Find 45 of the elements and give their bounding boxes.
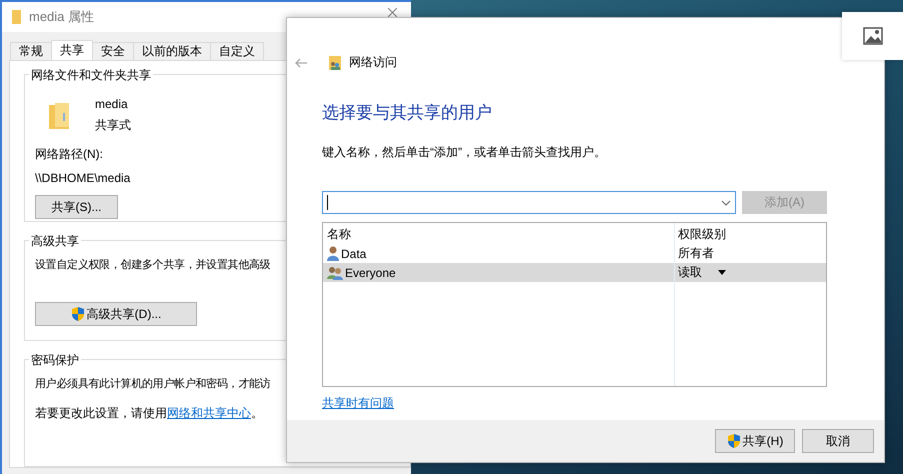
share-state: 共享式 bbox=[95, 117, 131, 134]
advanced-sharing-button[interactable]: 高级共享(D)... bbox=[35, 302, 197, 326]
permission-level: 所有者 bbox=[677, 245, 715, 262]
group-heading: 高级共享 bbox=[29, 233, 81, 250]
column-header[interactable]: 权限级别 bbox=[674, 226, 826, 243]
folder-name: media bbox=[95, 97, 128, 111]
shield-icon bbox=[726, 433, 741, 449]
description-text: 用户必须具有此计算机的用户帐户和密码，才能访 bbox=[35, 376, 270, 391]
group-heading: 密码保护 bbox=[29, 352, 81, 369]
network-path: \\DBHOME\media bbox=[35, 171, 130, 185]
user-group-icon bbox=[327, 266, 343, 280]
image-card[interactable] bbox=[842, 12, 903, 60]
share-button[interactable]: 共享(H) bbox=[715, 429, 795, 453]
image-icon bbox=[862, 27, 882, 45]
user-name: Everyone bbox=[323, 266, 674, 280]
user-name: Data bbox=[323, 246, 674, 261]
tab[interactable]: 自定义 bbox=[210, 42, 264, 60]
share-button[interactable]: 共享(S)... bbox=[35, 195, 118, 219]
help-link[interactable]: 共享时有问题 bbox=[322, 395, 394, 412]
dialog-heading: 选择要与其共享的用户 bbox=[322, 102, 493, 124]
settings-hint: 若要更改此设置，请使用网络和共享中心。 bbox=[35, 405, 263, 422]
tab[interactable]: 共享 bbox=[51, 40, 93, 60]
tab[interactable]: 安全 bbox=[92, 42, 134, 60]
description-text: 设置自定义权限，创建多个共享，并设置其他高级 bbox=[35, 258, 270, 272]
shield-icon bbox=[70, 306, 85, 322]
tab[interactable]: 常规 bbox=[10, 42, 52, 60]
window-title: media 属性 bbox=[29, 8, 96, 26]
dropdown-arrow-icon[interactable] bbox=[718, 270, 726, 275]
folder-icon bbox=[12, 10, 21, 24]
path-label: 网络路径(N): bbox=[35, 146, 103, 163]
network-center-link[interactable]: 网络和共享中心 bbox=[167, 406, 251, 420]
user-name-combobox[interactable] bbox=[322, 191, 736, 214]
user-row[interactable]: Data 所有者 bbox=[323, 244, 826, 263]
dialog-title: 网络访问 bbox=[349, 54, 397, 71]
permission-level: 读取 bbox=[674, 264, 826, 281]
folder-icon bbox=[49, 102, 69, 128]
instruction-text: 键入名称，然后单击“添加”，或者单击箭头查找用户。 bbox=[322, 144, 607, 161]
user-row[interactable]: Everyone 读取 bbox=[323, 263, 826, 282]
close-icon[interactable] bbox=[388, 8, 397, 17]
network-folder-icon bbox=[329, 56, 341, 70]
group-heading: 网络文件和文件夹共享 bbox=[29, 67, 153, 84]
chevron-down-icon[interactable] bbox=[721, 200, 731, 206]
user-icon bbox=[327, 246, 339, 261]
column-header[interactable]: 名称 bbox=[323, 226, 674, 243]
cancel-button[interactable]: 取消 bbox=[802, 429, 874, 453]
